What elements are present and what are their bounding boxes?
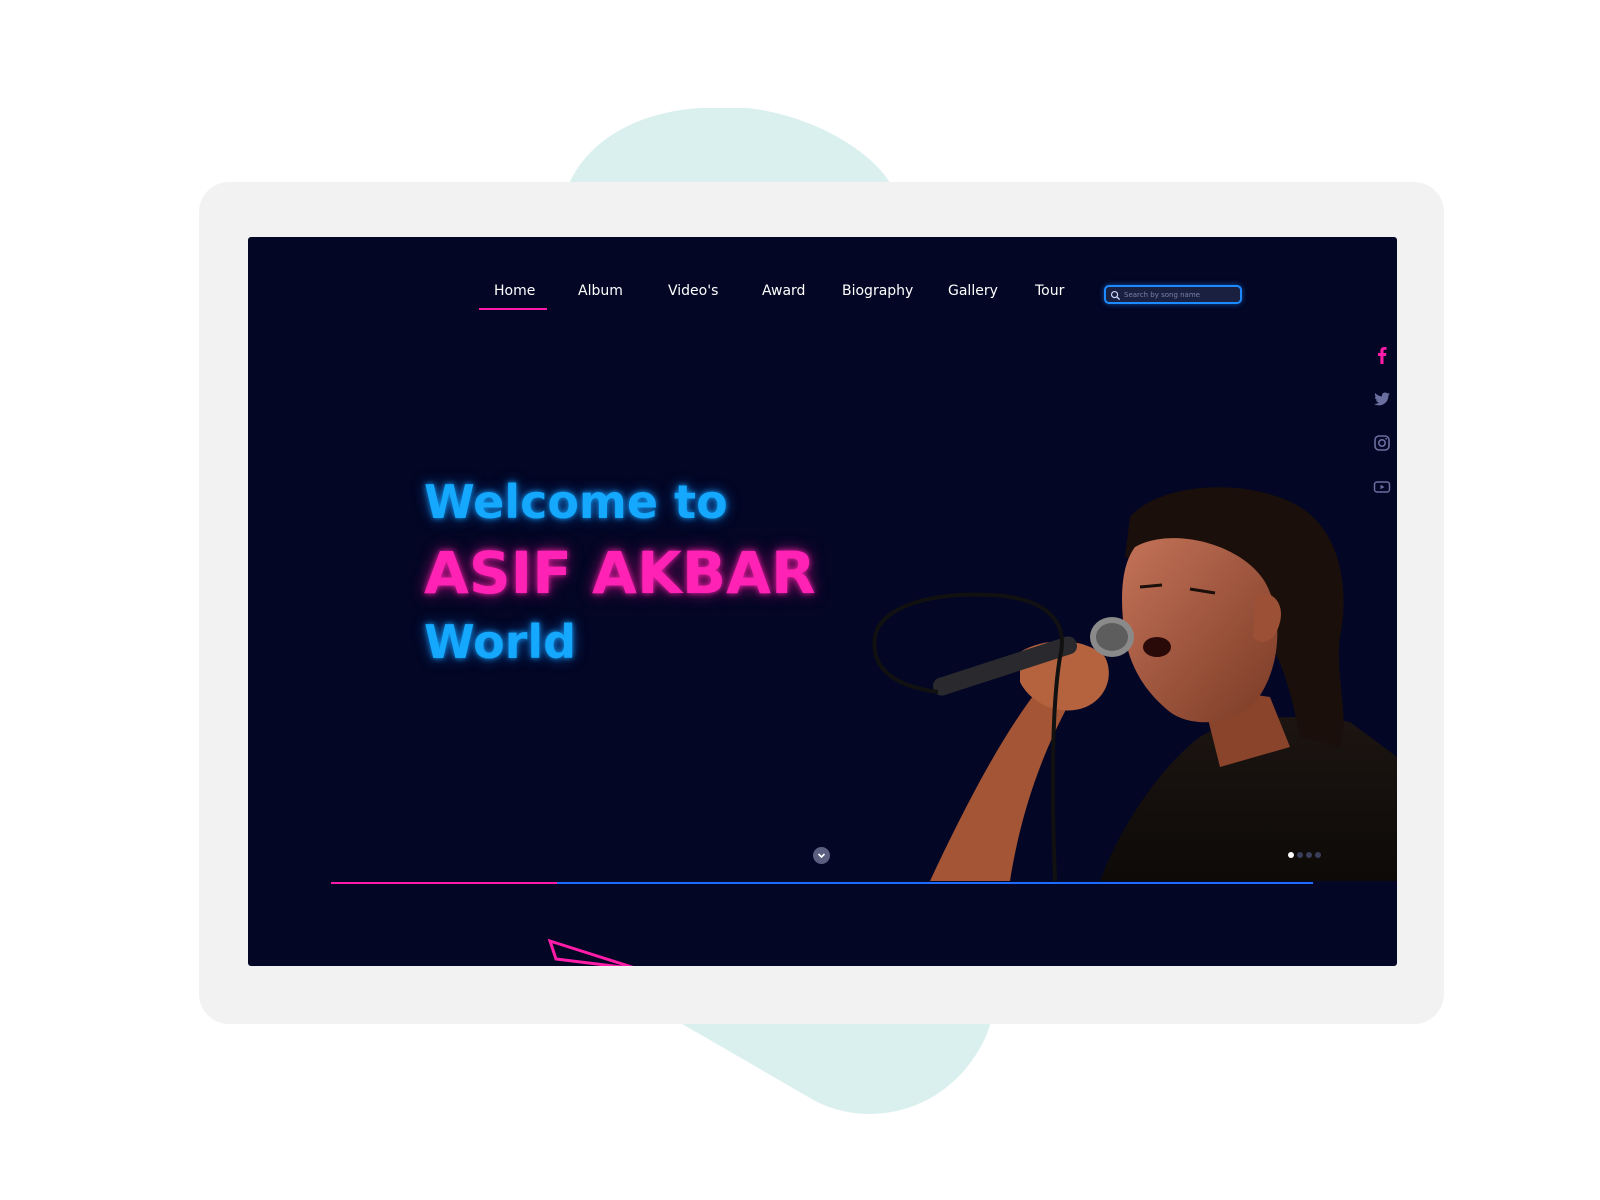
active-nav-underline	[479, 308, 547, 310]
website-screen: Home Album Video's Award Biography Galle…	[248, 237, 1397, 966]
nav-item-videos[interactable]: Video's	[668, 283, 718, 299]
nav-item-gallery[interactable]: Gallery	[948, 283, 998, 299]
search-icon	[1110, 290, 1121, 301]
neon-triangle-decoration	[548, 938, 634, 966]
nav-item-biography[interactable]: Biography	[842, 283, 913, 299]
slider-dot[interactable]	[1288, 852, 1294, 858]
nav-item-award[interactable]: Award	[762, 283, 805, 299]
hero-world-text: World	[424, 615, 577, 669]
hero-welcome-text: Welcome to	[424, 475, 728, 529]
slide-progress-fill	[331, 882, 557, 884]
facebook-icon[interactable]	[1372, 345, 1392, 365]
slide-progress-bar	[331, 882, 1313, 884]
hero-artist-name: ASIF AKBAR	[424, 539, 816, 607]
twitter-icon[interactable]	[1372, 389, 1392, 409]
slider-dot[interactable]	[1315, 852, 1321, 858]
nav-item-tour[interactable]: Tour	[1035, 283, 1064, 299]
chevron-down-icon	[817, 853, 826, 859]
nav-item-album[interactable]: Album	[578, 283, 623, 299]
slider-dot[interactable]	[1306, 852, 1312, 858]
scroll-down-button[interactable]	[813, 847, 830, 864]
nav-item-home[interactable]: Home	[494, 283, 535, 299]
search-input[interactable]	[1124, 288, 1234, 302]
singer-photo	[872, 487, 1397, 881]
slider-dot[interactable]	[1297, 852, 1303, 858]
search-box[interactable]	[1104, 285, 1242, 304]
instagram-icon[interactable]	[1372, 433, 1392, 453]
main-navigation: Home Album Video's Award Biography Galle…	[248, 237, 1397, 327]
